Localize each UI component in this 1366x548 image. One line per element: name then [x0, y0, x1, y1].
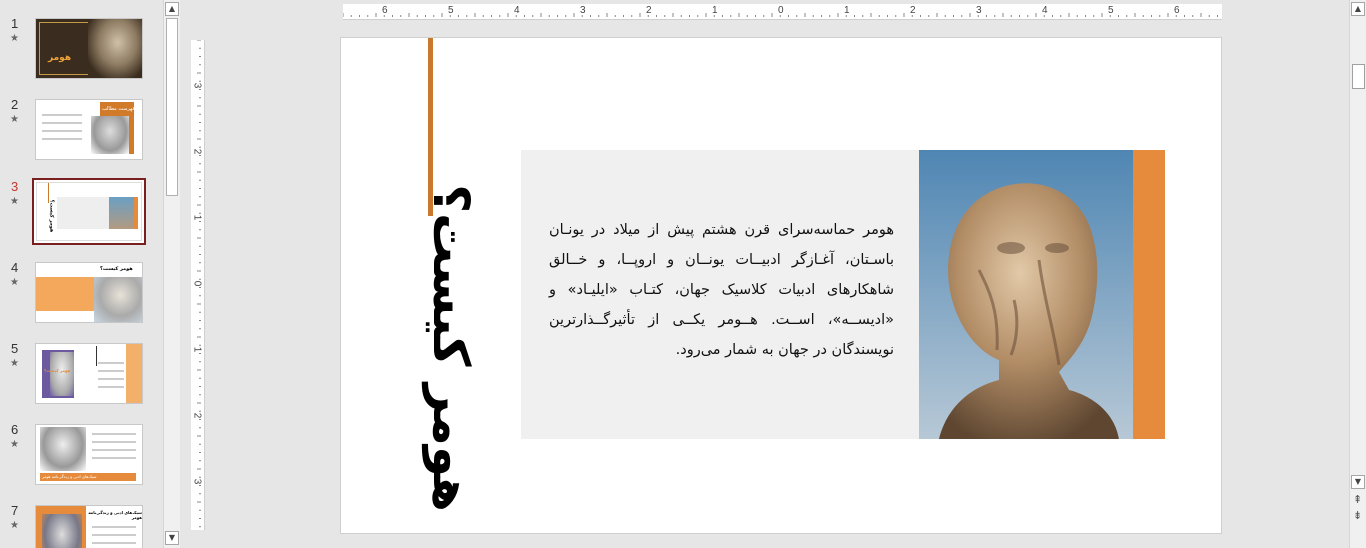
slide-title-text: هومر کیست؟ — [422, 184, 480, 512]
ruler-number: 4 — [514, 5, 520, 16]
thumbnail-preview: هومر کیست؟ — [35, 262, 143, 323]
scroll-thumb[interactable] — [166, 18, 178, 196]
thumb-title: هومر کیست؟ — [48, 199, 55, 233]
thumb-title: سبک‌های ادبی و زندگی‌نامه هومر — [42, 474, 97, 479]
ruler-number: 3 — [580, 5, 586, 16]
star-icon: ★ — [10, 439, 19, 450]
ruler-number: 1 — [712, 5, 718, 16]
slide-number: 5 — [11, 341, 19, 356]
thumb-title: فهرست مطالب — [102, 106, 135, 112]
orange-side-bar — [1133, 150, 1165, 439]
star-icon: ★ — [10, 358, 19, 369]
slide-number: 4 — [11, 260, 19, 275]
ruler-number: 1 — [191, 214, 203, 221]
ruler-number: 4 — [1042, 5, 1048, 16]
slide-number: 6 — [11, 422, 19, 437]
star-icon: ★ — [10, 277, 19, 288]
ruler-number: 2 — [910, 5, 916, 16]
thumbnail-preview: سبک‌های ادبی و زندگی‌نامه هومر — [35, 505, 143, 548]
scroll-down-button[interactable]: ▼ — [165, 531, 179, 545]
thumb-title: هومر — [48, 53, 72, 63]
text-box[interactable]: هومر حماسه‌سرای قرن هشتم پیش از میلاد در… — [521, 150, 919, 439]
ruler-number: 3 — [191, 478, 203, 485]
slide-scrollbar[interactable]: ▲ ▼ ⇞ ⇟ — [1349, 0, 1366, 548]
thumbnail-preview: هومر کیست؟ — [35, 343, 143, 404]
scroll-up-button[interactable]: ▲ — [165, 2, 179, 16]
body-text: هومر حماسه‌سرای قرن هشتم پیش از میلاد در… — [549, 222, 894, 358]
thumbnail-slide-1[interactable]: 1 ★ هومر — [0, 16, 163, 82]
slide-number: 3 — [11, 179, 19, 194]
thumb-title: سبک‌های ادبی و زندگی‌نامه هومر — [88, 510, 142, 520]
thumbnails-scrollbar[interactable]: ▲ ▼ — [163, 0, 180, 548]
ruler-number: 2 — [191, 148, 203, 155]
thumbnail-slide-3[interactable]: 3 ★ هومر کیست؟ — [0, 178, 163, 245]
ruler-number: 3 — [191, 82, 203, 89]
star-icon: ★ — [10, 520, 19, 531]
ruler-number: 1 — [844, 5, 850, 16]
thumb-title: هومر کیست؟ — [100, 266, 133, 272]
thumbnail-slide-4[interactable]: 4 ★ هومر کیست؟ — [0, 260, 163, 326]
horizontal-ruler: 6 5 4 3 2 1 0 1 2 3 4 5 6 — [343, 4, 1222, 20]
thumbnail-slide-6[interactable]: 6 ★ سبک‌های ادبی و زندگی‌نامه هومر — [0, 422, 163, 488]
ruler-number: 2 — [191, 412, 203, 419]
slide-number: 1 — [11, 16, 19, 31]
thumbnail-preview: هومر کیست؟ — [32, 178, 146, 245]
ruler-number: 5 — [448, 5, 454, 16]
homer-bust-photo[interactable] — [919, 150, 1133, 439]
star-icon: ★ — [10, 33, 19, 44]
slide-canvas[interactable]: هومر کیست؟ هومر حماسه‌سرای قرن هشتم پیش … — [340, 37, 1222, 534]
ruler-number: 1 — [191, 346, 203, 353]
thumbnail-slide-2[interactable]: 2 ★ فهرست مطالب — [0, 97, 163, 163]
thumbnail-preview: هومر — [35, 18, 143, 79]
scroll-down-button[interactable]: ▼ — [1351, 475, 1365, 489]
thumbnail-preview: فهرست مطالب — [35, 99, 143, 160]
thumbnail-preview: سبک‌های ادبی و زندگی‌نامه هومر — [35, 424, 143, 485]
slide-thumbnails-pane: 1 ★ هومر 2 ★ فهرست مطالب 3 ★ هومر کیست؟ … — [0, 0, 163, 548]
vertical-ruler: 3 2 1 0 1 2 3 — [191, 40, 205, 530]
previous-slide-icon[interactable]: ⇞ — [1353, 493, 1362, 506]
ruler-number: 3 — [976, 5, 982, 16]
scroll-thumb[interactable] — [1352, 64, 1365, 89]
ruler-number: 5 — [1108, 5, 1114, 16]
scroll-up-button[interactable]: ▲ — [1351, 2, 1365, 16]
powerpoint-editor: 1 ★ هومر 2 ★ فهرست مطالب 3 ★ هومر کیست؟ … — [0, 0, 1366, 548]
ruler-number: 2 — [646, 5, 652, 16]
ruler-number: 6 — [1174, 5, 1180, 16]
slide-title[interactable]: هومر کیست؟ — [363, 184, 539, 512]
star-icon: ★ — [10, 114, 19, 125]
thumb-title: هومر کیست؟ — [44, 368, 71, 373]
ruler-number: 0 — [191, 280, 203, 287]
star-icon: ★ — [10, 196, 19, 207]
slide-number: 7 — [11, 503, 19, 518]
next-slide-icon[interactable]: ⇟ — [1353, 509, 1362, 522]
thumbnail-slide-5[interactable]: 5 ★ هومر کیست؟ — [0, 341, 163, 407]
slide-number: 2 — [11, 97, 19, 112]
ruler-number: 0 — [778, 5, 784, 16]
thumbnail-slide-7[interactable]: 7 ★ سبک‌های ادبی و زندگی‌نامه هومر — [0, 503, 163, 548]
ruler-number: 6 — [382, 5, 388, 16]
